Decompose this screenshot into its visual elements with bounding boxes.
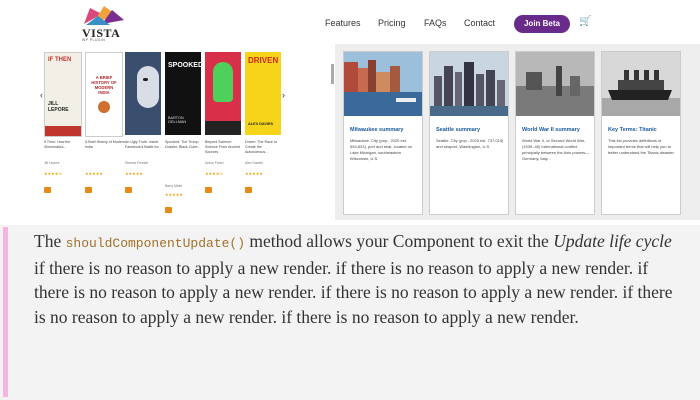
star-rating: ★★★★★ (245, 171, 263, 176)
card-text: Seattle, City (pop., 2020 est. 737,015) … (436, 138, 504, 149)
top-nav: VISTA WP PLUGIN Features Pricing FAQs Co… (0, 0, 700, 44)
carousel-next-icon[interactable]: › (282, 90, 285, 100)
star-rating: ★★★★★ (165, 192, 183, 197)
cart-icon[interactable]: 🛒 (579, 16, 591, 27)
quote-text: The shouldComponentUpdate() method allow… (34, 231, 673, 327)
quote-block: The shouldComponentUpdate() method allow… (0, 225, 700, 400)
store-badge-icon[interactable] (85, 187, 92, 193)
nav-link-contact[interactable]: Contact (464, 18, 495, 28)
store-badge-icon[interactable] (125, 187, 132, 193)
book-title[interactable]: Beyond Science: Science From Ancient Sou… (205, 140, 245, 155)
book-cover[interactable]: DRIVEN ALEX DAVIES (245, 52, 281, 135)
book-author: Barry Meier (165, 184, 183, 188)
summary-card[interactable]: World War II summary World War II, or Se… (515, 51, 595, 215)
book-author: Ankur Fresh (205, 161, 224, 165)
world-war-ii-image (516, 52, 594, 116)
vista-logo[interactable]: VISTA WP PLUGIN (80, 6, 128, 42)
inline-code: shouldComponentUpdate() (65, 236, 246, 251)
book-title[interactable]: An Ugly Truth: Inside Facebook's Battle … (125, 140, 165, 150)
nav-link-faqs[interactable]: FAQs (424, 18, 447, 28)
summary-card[interactable]: Key Terms: Titanic This list provides de… (601, 51, 681, 215)
scrollbar[interactable] (331, 64, 334, 84)
book-title[interactable]: Spooked: The Trump Dossier, Black Cube..… (165, 140, 205, 150)
star-rating: ★★★★½ (44, 171, 62, 176)
card-title[interactable]: World War II summary (522, 127, 580, 133)
card-text: This list provides definitions of import… (608, 138, 675, 155)
join-beta-button[interactable]: Join Beta (514, 15, 570, 33)
book-cover[interactable]: SPOOKED BARTON GELLMAN (165, 52, 203, 135)
summary-cards: Milwaukee summary Milwaukee, City (pop.,… (335, 44, 700, 220)
store-badge-icon[interactable] (205, 187, 212, 193)
card-title[interactable]: Key Terms: Titanic (608, 127, 657, 133)
card-title[interactable]: Milwaukee summary (350, 127, 404, 133)
seattle-image (430, 52, 508, 116)
emphasis: Update life cycle (553, 231, 672, 251)
store-badge-icon[interactable] (44, 187, 51, 193)
card-text: Milwaukee, City (pop., 2020 est. 594,833… (350, 138, 413, 161)
star-rating: ★★★★½ (205, 171, 223, 176)
book-author: Alex Davies (245, 161, 263, 165)
summary-card[interactable]: Seattle summary Seattle, City (pop., 202… (429, 51, 509, 215)
nav-link-pricing[interactable]: Pricing (378, 18, 406, 28)
logo-subtitle: WP PLUGIN (82, 38, 106, 42)
book-author: Sheera Frenkel (125, 161, 149, 165)
book-title[interactable]: Driven: The Race to Create the Autonomou… (245, 140, 285, 155)
book-title[interactable]: If Then: How the Simulmatics... (44, 140, 84, 150)
book-cover[interactable]: IF THEN JILL LEPORE (44, 52, 82, 137)
summary-card[interactable]: Milwaukee summary Milwaukee, City (pop.,… (343, 51, 423, 215)
book-cover[interactable]: A BRIEF HISTORY OF MODERN INDIA (85, 52, 123, 137)
book-cover[interactable] (205, 52, 241, 135)
card-title[interactable]: Seattle summary (436, 127, 480, 133)
carousel-prev-icon[interactable]: ‹ (40, 90, 43, 100)
store-badge-icon[interactable] (245, 187, 252, 193)
logo-mark-icon (84, 6, 124, 25)
nav-link-features[interactable]: Features (325, 18, 361, 28)
titanic-image (602, 52, 680, 116)
book-carousel: ‹ › IF THEN JILL LEPORE A BRIEF HISTORY … (30, 44, 330, 220)
star-rating: ★★★★★ (85, 171, 103, 176)
quote-accent-bar (3, 227, 8, 397)
book-cover[interactable] (125, 52, 161, 135)
store-badge-icon[interactable] (165, 207, 172, 213)
star-rating: ★★★★★ (125, 171, 143, 176)
book-title[interactable]: A Brief History of Modern India (85, 140, 125, 150)
milwaukee-image (344, 52, 422, 116)
book-author: Jill Lepore (44, 161, 60, 165)
card-text: World War II, or Second World War, (1939… (522, 138, 590, 161)
